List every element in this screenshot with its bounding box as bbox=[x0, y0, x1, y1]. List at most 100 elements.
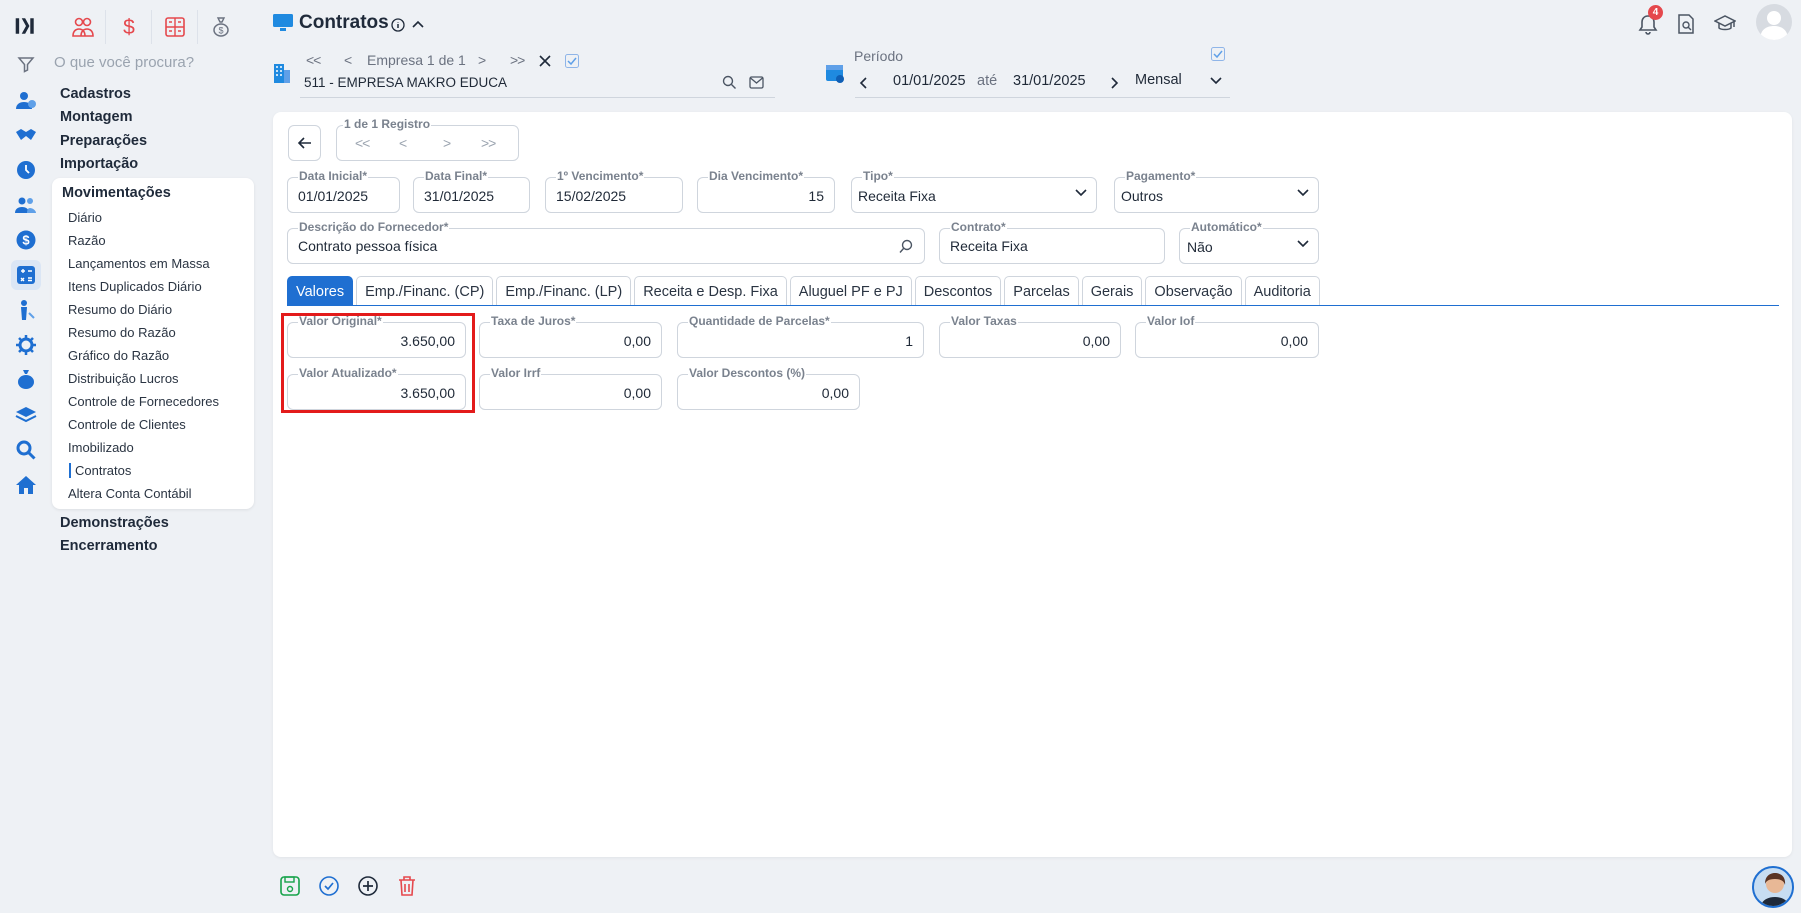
pagamento-select[interactable]: Pagamento* Outros bbox=[1114, 169, 1319, 213]
global-search-input[interactable]: O que você procura? bbox=[54, 54, 194, 71]
document-search-icon[interactable] bbox=[1677, 14, 1695, 34]
primeiro-vencimento-field[interactable]: 1º Vencimento* 15/02/2025 bbox=[545, 169, 683, 213]
nav-montagem[interactable]: Montagem bbox=[60, 109, 133, 125]
record-prev-button[interactable]: < bbox=[399, 135, 407, 151]
dollar-module-icon[interactable]: $ bbox=[106, 10, 152, 44]
taxa-juros-value[interactable]: 0,00 bbox=[624, 333, 651, 349]
valor-iof-field[interactable]: Valor Iof 0,00 bbox=[1135, 314, 1319, 358]
company-first-button[interactable]: << bbox=[306, 52, 321, 68]
valor-descontos-field[interactable]: Valor Descontos (%) 0,00 bbox=[677, 366, 860, 410]
sidebar-item-itens-duplicados[interactable]: Itens Duplicados Diário bbox=[68, 279, 202, 294]
automatico-select[interactable]: Automático* Não bbox=[1179, 220, 1319, 264]
date-from[interactable]: 01/01/2025 bbox=[893, 73, 966, 89]
data-inicial-value[interactable]: 01/01/2025 bbox=[298, 188, 368, 204]
company-prev-button[interactable]: < bbox=[344, 52, 352, 68]
tab-aluguel-pf-pj[interactable]: Aluguel PF e PJ bbox=[789, 276, 912, 306]
filter-icon[interactable] bbox=[14, 52, 38, 76]
period-prev-icon[interactable] bbox=[859, 76, 869, 90]
nav-encerramento[interactable]: Encerramento bbox=[60, 538, 158, 554]
tab-parcelas[interactable]: Parcelas bbox=[1004, 276, 1079, 306]
tab-observacao[interactable]: Observação bbox=[1145, 276, 1242, 306]
company-last-button[interactable]: >> bbox=[510, 52, 525, 68]
layers-icon[interactable] bbox=[14, 403, 38, 427]
tipo-select[interactable]: Tipo* Receita Fixa bbox=[851, 169, 1097, 213]
info-icon[interactable] bbox=[391, 18, 405, 32]
company-search-icon[interactable] bbox=[722, 75, 737, 90]
calculator-icon[interactable] bbox=[11, 260, 41, 290]
chevron-down-icon[interactable] bbox=[1074, 188, 1088, 198]
sidebar-item-controle-fornecedores[interactable]: Controle de Fornecedores bbox=[68, 394, 219, 409]
sidebar-item-lancamentos-massa[interactable]: Lançamentos em Massa bbox=[68, 256, 210, 271]
people-icon[interactable] bbox=[14, 193, 38, 217]
chevron-down-icon[interactable] bbox=[1209, 76, 1223, 86]
tab-descontos[interactable]: Descontos bbox=[914, 276, 1002, 306]
company-next-button[interactable]: > bbox=[478, 52, 486, 68]
users-register-icon[interactable] bbox=[14, 88, 38, 112]
valor-descontos-value[interactable]: 0,00 bbox=[822, 385, 849, 401]
sidebar-item-contratos[interactable]: Contratos bbox=[75, 463, 131, 478]
handshake-icon[interactable] bbox=[14, 123, 38, 147]
trash-icon[interactable] bbox=[397, 875, 419, 897]
mail-icon[interactable] bbox=[749, 76, 764, 89]
descricao-fornecedor-field[interactable]: Descrição do Fornecedor* Contrato pessoa… bbox=[287, 220, 925, 264]
periodicity-select[interactable]: Mensal bbox=[1135, 72, 1182, 88]
chevron-down-icon[interactable] bbox=[1296, 239, 1310, 249]
tab-auditoria[interactable]: Auditoria bbox=[1244, 276, 1320, 306]
nav-movimentacoes[interactable]: Movimentações bbox=[62, 185, 171, 201]
sidebar-item-grafico-razao[interactable]: Gráfico do Razão bbox=[68, 348, 169, 363]
supplier-search-icon[interactable] bbox=[899, 239, 914, 254]
save-icon[interactable] bbox=[279, 875, 301, 897]
search-icon[interactable] bbox=[14, 438, 38, 462]
record-first-button[interactable]: << bbox=[355, 135, 370, 151]
date-to[interactable]: 31/01/2025 bbox=[1013, 73, 1086, 89]
data-final-field[interactable]: Data Final* 31/01/2025 bbox=[413, 169, 530, 213]
sidebar-item-razao[interactable]: Razão bbox=[68, 233, 106, 248]
contrato-field[interactable]: Contrato* Receita Fixa bbox=[939, 220, 1165, 264]
avatar[interactable] bbox=[1756, 4, 1792, 40]
record-next-button[interactable]: > bbox=[443, 135, 451, 151]
tab-emp-financ-cp[interactable]: Emp./Financ. (CP) bbox=[356, 276, 494, 306]
company-name[interactable]: 511 - EMPRESA MAKRO EDUCA bbox=[304, 75, 507, 90]
graduation-cap-icon[interactable] bbox=[1714, 15, 1736, 33]
assistant-avatar[interactable] bbox=[1752, 866, 1794, 908]
person-tools-icon[interactable] bbox=[14, 298, 38, 322]
nav-importacao[interactable]: Importação bbox=[60, 156, 138, 172]
check-circle-icon[interactable] bbox=[318, 875, 340, 897]
data-inicial-field[interactable]: Data Inicial* 01/01/2025 bbox=[287, 169, 400, 213]
nav-cadastros[interactable]: Cadastros bbox=[60, 86, 131, 102]
valor-irrf-value[interactable]: 0,00 bbox=[624, 385, 651, 401]
nav-demonstracoes[interactable]: Demonstrações bbox=[60, 515, 169, 531]
grid-module-icon[interactable] bbox=[152, 10, 198, 44]
record-last-button[interactable]: >> bbox=[481, 135, 496, 151]
tab-valores[interactable]: Valores bbox=[287, 276, 354, 306]
contrato-value[interactable]: Receita Fixa bbox=[950, 238, 1028, 254]
sidebar-item-imobilizado[interactable]: Imobilizado bbox=[68, 440, 134, 455]
close-icon[interactable] bbox=[539, 55, 551, 67]
nav-preparacoes[interactable]: Preparações bbox=[60, 133, 147, 149]
money-bag-module-icon[interactable]: $ bbox=[198, 10, 244, 44]
people-module-icon[interactable] bbox=[60, 10, 106, 44]
sidebar-item-altera-conta[interactable]: Altera Conta Contábil bbox=[68, 486, 192, 501]
sidebar-item-controle-clientes[interactable]: Controle de Clientes bbox=[68, 417, 186, 432]
valor-taxas-value[interactable]: 0,00 bbox=[1083, 333, 1110, 349]
add-circle-icon[interactable] bbox=[357, 875, 379, 897]
dia-vencimento-value[interactable]: 15 bbox=[808, 188, 824, 204]
valor-irrf-field[interactable]: Valor Irrf 0,00 bbox=[479, 366, 662, 410]
valor-taxas-field[interactable]: Valor Taxas 0,00 bbox=[939, 314, 1121, 358]
chevron-up-icon[interactable] bbox=[411, 18, 425, 30]
back-button[interactable] bbox=[288, 125, 321, 161]
valor-iof-value[interactable]: 0,00 bbox=[1281, 333, 1308, 349]
sidebar-item-distribuicao-lucros[interactable]: Distribuição Lucros bbox=[68, 371, 179, 386]
home-icon[interactable] bbox=[14, 473, 38, 497]
sidebar-item-resumo-diario[interactable]: Resumo do Diário bbox=[68, 302, 172, 317]
quantidade-parcelas-value[interactable]: 1 bbox=[905, 333, 913, 349]
dollar-circle-icon[interactable]: $ bbox=[14, 228, 38, 252]
data-final-value[interactable]: 31/01/2025 bbox=[424, 188, 494, 204]
tab-gerais[interactable]: Gerais bbox=[1081, 276, 1143, 306]
period-checkbox[interactable] bbox=[1211, 47, 1225, 61]
chevron-down-icon[interactable] bbox=[1296, 188, 1310, 198]
tab-emp-financ-lp[interactable]: Emp./Financ. (LP) bbox=[496, 276, 632, 306]
descricao-value[interactable]: Contrato pessoa física bbox=[298, 238, 437, 254]
sidebar-item-resumo-razao[interactable]: Resumo do Razão bbox=[68, 325, 176, 340]
taxa-juros-field[interactable]: Taxa de Juros* 0,00 bbox=[479, 314, 662, 358]
